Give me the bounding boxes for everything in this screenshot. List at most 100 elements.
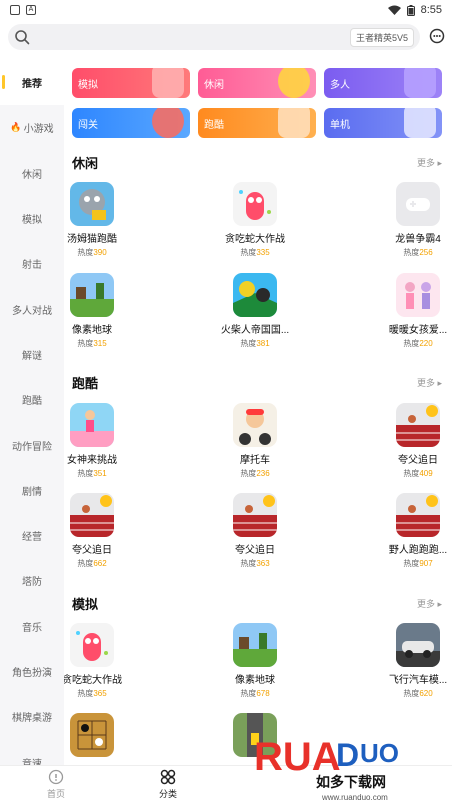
heat-label: 热度 bbox=[240, 689, 257, 698]
game-heat: 热度365 bbox=[64, 688, 147, 699]
category-sidebar: 推荐 🔥 小游戏 休闲 模拟 射击 多人对战 解谜 跑酷 动作冒险 剧情 经营 塔… bbox=[0, 60, 64, 765]
category-single-player[interactable]: 单机 bbox=[324, 108, 442, 138]
fire-icon: 🔥 bbox=[10, 122, 22, 133]
game-name: 暖暖女孩爱... bbox=[388, 325, 448, 336]
sidebar-item-puzzle[interactable]: 解谜 bbox=[0, 332, 64, 377]
game-card[interactable]: 夸父追日 热度662 bbox=[64, 493, 147, 569]
track-sun-icon bbox=[70, 493, 114, 537]
game-name: 女神来挑战 bbox=[67, 455, 117, 466]
sidebar-item-rpg[interactable]: 角色扮演 bbox=[0, 649, 64, 694]
game-card[interactable]: 像素地球 热度315 bbox=[64, 273, 147, 349]
sidebar-item-label: 剧情 bbox=[22, 486, 42, 498]
game-card[interactable]: 像素地球 热度678 bbox=[200, 623, 310, 699]
sidebar-item-label: 多人对战 bbox=[12, 305, 52, 317]
snake-icon bbox=[233, 182, 277, 226]
sidebar-item-story[interactable]: 剧情 bbox=[0, 468, 64, 513]
track-sun-icon bbox=[233, 493, 277, 537]
sidebar-item-tower-defense[interactable]: 塔防 bbox=[0, 558, 64, 603]
game-name: 汤姆猫跑酷 bbox=[67, 234, 117, 245]
sidebar-item-recommend[interactable]: 推荐 bbox=[0, 60, 64, 106]
sidebar-item-management[interactable]: 经营 bbox=[0, 513, 64, 558]
game-card[interactable]: 野人跑跑跑... 热度907 bbox=[363, 493, 452, 569]
category-label: 单机 bbox=[330, 119, 350, 131]
sidebar-item-parkour[interactable]: 跑酷 bbox=[0, 377, 64, 422]
category-simulation[interactable]: 模拟 bbox=[72, 68, 190, 98]
heat-value: 365 bbox=[93, 689, 107, 698]
category-casual[interactable]: 休闲 bbox=[198, 68, 316, 98]
flying-car-icon bbox=[396, 623, 440, 667]
ruanduo-watermark-logo: RUA D UO 如多下载网 www.ruanduo.com bbox=[254, 735, 440, 802]
duck-icon bbox=[278, 68, 310, 98]
heat-label: 热度 bbox=[403, 559, 420, 568]
game-heat: 热度236 bbox=[200, 468, 310, 479]
sidebar-item-label: 推荐 bbox=[22, 79, 42, 91]
sidebar-item-action-adventure[interactable]: 动作冒险 bbox=[0, 422, 64, 467]
sidebar-item-label: 射击 bbox=[22, 260, 42, 272]
sidebar-item-label: 经营 bbox=[22, 532, 42, 544]
battery-icon bbox=[406, 4, 415, 16]
game-card[interactable]: 暖暖女孩爱... 热度220 bbox=[363, 273, 452, 349]
game-card[interactable]: 女神来挑战 热度351 bbox=[64, 403, 147, 479]
sidebar-item-label: 动作冒险 bbox=[12, 441, 52, 453]
nav-home[interactable]: 首页 bbox=[0, 766, 112, 803]
nav-categories[interactable]: 分类 bbox=[112, 766, 224, 803]
game-heat: 热度315 bbox=[64, 338, 147, 349]
gamepad-icon bbox=[404, 108, 436, 138]
game-name: 飞行汽车模... bbox=[388, 675, 448, 686]
motorbike-icon bbox=[233, 403, 277, 447]
dressup-girl-icon bbox=[396, 273, 440, 317]
category-grid: 模拟 休闲 多人 闯关 跑酷 单机 bbox=[72, 68, 442, 138]
sidebar-item-simulation[interactable]: 模拟 bbox=[0, 196, 64, 241]
game-name: 贪吃蛇大作战 bbox=[64, 675, 122, 686]
section-more-parkour[interactable]: 更多 ▸ bbox=[417, 376, 442, 389]
home-icon bbox=[48, 769, 64, 785]
section-more-casual[interactable]: 更多 ▸ bbox=[417, 156, 442, 169]
game-card[interactable]: 摩托车 热度236 bbox=[200, 403, 310, 479]
heat-label: 热度 bbox=[77, 559, 94, 568]
svg-text:D: D bbox=[336, 737, 359, 773]
sidebar-item-board-games[interactable]: 棋牌桌游 bbox=[0, 694, 64, 739]
heat-label: 热度 bbox=[77, 689, 94, 698]
notification-icon bbox=[10, 5, 20, 15]
game-name: 夸父追日 bbox=[72, 545, 112, 556]
category-multiplayer[interactable]: 多人 bbox=[324, 68, 442, 98]
game-name: 像素地球 bbox=[235, 675, 275, 686]
category-levels[interactable]: 闯关 bbox=[72, 108, 190, 138]
game-card[interactable]: 飞行汽车模... 热度620 bbox=[363, 623, 452, 699]
game-card[interactable]: 龙兽争霸4 热度256 bbox=[363, 182, 452, 258]
game-name: 贪吃蛇大作战 bbox=[225, 234, 285, 245]
sidebar-item-label: 小游戏 bbox=[23, 124, 54, 136]
section-title-casual: 休闲 bbox=[72, 156, 99, 171]
category-label: 多人 bbox=[330, 79, 350, 91]
game-card[interactable]: 夸父追日 热度409 bbox=[363, 403, 452, 479]
game-heat: 热度220 bbox=[363, 338, 452, 349]
message-icon[interactable] bbox=[429, 28, 445, 44]
gamepad-placeholder-icon bbox=[396, 182, 440, 226]
search-input[interactable] bbox=[34, 27, 350, 47]
sidebar-item-shooting[interactable]: 射击 bbox=[0, 241, 64, 286]
section-more-simulation[interactable]: 更多 ▸ bbox=[417, 597, 442, 610]
game-card[interactable] bbox=[64, 713, 147, 757]
game-name: 摩托车 bbox=[240, 455, 270, 466]
heat-value: 409 bbox=[419, 469, 433, 478]
sidebar-item-label: 棋牌桌游 bbox=[12, 713, 52, 725]
section-title-parkour: 跑酷 bbox=[72, 376, 99, 391]
heat-label: 热度 bbox=[240, 469, 257, 478]
game-card[interactable]: 火柴人帝国国... 热度381 bbox=[200, 273, 310, 349]
sidebar-item-mini-games[interactable]: 🔥 小游戏 bbox=[0, 105, 64, 150]
heat-label: 热度 bbox=[403, 689, 420, 698]
heat-label: 热度 bbox=[240, 248, 257, 257]
search-bar[interactable]: 王者精英5V5 bbox=[8, 24, 420, 50]
search-suggestion-tag[interactable]: 王者精英5V5 bbox=[349, 27, 414, 47]
sidebar-item-music[interactable]: 音乐 bbox=[0, 604, 64, 649]
game-card[interactable]: 贪吃蛇大作战 热度365 bbox=[64, 623, 147, 699]
game-card[interactable]: 夸父追日 热度363 bbox=[200, 493, 310, 569]
sidebar-item-casual[interactable]: 休闲 bbox=[0, 151, 64, 196]
game-card[interactable]: 贪吃蛇大作战 热度335 bbox=[200, 182, 310, 258]
category-parkour[interactable]: 跑酷 bbox=[198, 108, 316, 138]
game-card[interactable]: 汤姆猫跑酷 热度390 bbox=[64, 182, 147, 258]
heat-value: 236 bbox=[256, 469, 270, 478]
sidebar-item-racing[interactable]: 竞速 bbox=[0, 739, 64, 765]
heat-value: 220 bbox=[419, 339, 433, 348]
sidebar-item-multiplayer[interactable]: 多人对战 bbox=[0, 286, 64, 331]
